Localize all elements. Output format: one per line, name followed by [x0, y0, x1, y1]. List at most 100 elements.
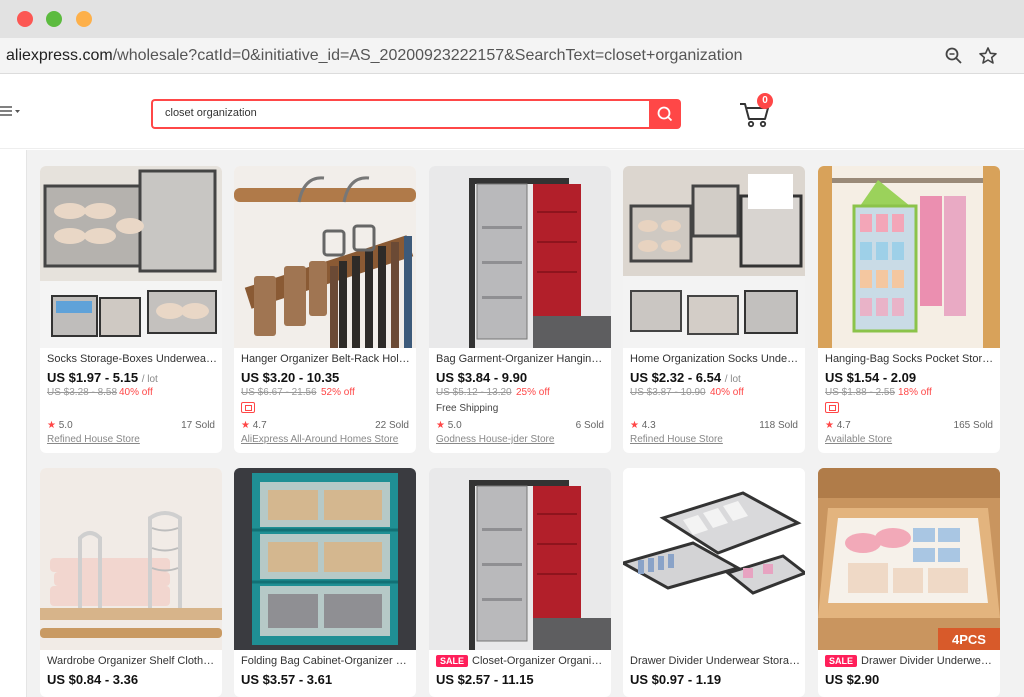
- sold-count: 118 Sold: [759, 420, 798, 431]
- product-price: US $3.84 - 9.90: [436, 370, 527, 385]
- underwear-organizer-image: [40, 166, 222, 348]
- product-image[interactable]: [429, 166, 611, 348]
- store-link[interactable]: AliExpress All-Around Homes Store: [241, 434, 398, 445]
- rating-value: 5.0: [447, 420, 462, 431]
- product-price: US $3.20 - 10.35: [241, 370, 339, 385]
- product-title[interactable]: Wardrobe Organizer Shelf Clothes-Divider: [47, 655, 217, 667]
- star-icon: ★: [241, 420, 250, 431]
- product-title[interactable]: Bag Garment-Organizer Hanging-Bag: [436, 353, 606, 365]
- belt-rack-image: [234, 166, 416, 348]
- product-title[interactable]: Home Organization Socks Underwear: [630, 353, 800, 365]
- discount-label: 25% off: [516, 387, 550, 398]
- minimize-window-button[interactable]: [76, 11, 92, 27]
- product-title[interactable]: Socks Storage-Boxes Underwear Organizer: [47, 353, 217, 365]
- product-card[interactable]: Wardrobe Organizer Shelf Clothes-Divider…: [40, 468, 222, 697]
- product-image[interactable]: 4PCS: [818, 468, 1000, 650]
- cart-count-badge: 0: [757, 93, 773, 109]
- search-icon: [657, 106, 673, 122]
- rating: ★ 4.7: [825, 420, 851, 431]
- star-icon: ★: [47, 420, 56, 431]
- product-image[interactable]: [429, 468, 611, 650]
- star-icon: ★: [630, 420, 639, 431]
- rating-value: 4.7: [836, 420, 851, 431]
- url-text[interactable]: aliexpress.com/wholesale?catId=0&initiat…: [6, 47, 743, 65]
- category-menu-icon[interactable]: [0, 103, 22, 119]
- original-price: US $5.12 - 13.20: [436, 387, 512, 398]
- zoom-icon[interactable]: [944, 46, 964, 66]
- product-image[interactable]: [40, 166, 222, 348]
- store-link[interactable]: Available Store: [825, 434, 892, 445]
- product-card[interactable]: Folding Bag Cabinet-Organizer Storage US…: [234, 468, 416, 697]
- rating-value: 5.0: [58, 420, 73, 431]
- shelf-divider-image: [40, 468, 222, 650]
- original-price: US $3.87 - 10.90: [630, 387, 706, 398]
- product-title[interactable]: SALECloset-Organizer Organizer Hanging: [436, 655, 606, 667]
- star-icon: ★: [825, 420, 834, 431]
- socks-underwear-organizer-image: [623, 166, 805, 348]
- product-image[interactable]: [623, 468, 805, 650]
- pack-badge: 4PCS: [952, 632, 986, 647]
- product-image[interactable]: [40, 468, 222, 650]
- choice-badge-icon: [825, 402, 839, 413]
- sidebar-edge: [0, 150, 27, 697]
- rating: ★ 4.7: [241, 420, 267, 431]
- original-price: US $1.88 - 2.55: [825, 387, 896, 398]
- product-card[interactable]: Hanger Organizer Belt-Rack Holder US $3.…: [234, 166, 416, 453]
- product-price: US $2.90: [825, 672, 880, 687]
- star-icon: ★: [436, 420, 445, 431]
- product-title[interactable]: Hanger Organizer Belt-Rack Holder: [241, 353, 411, 365]
- search-input[interactable]: closet organization: [165, 107, 257, 119]
- product-card[interactable]: 4PCS SALEDrawer Divider Underwear Organi…: [818, 468, 1000, 697]
- product-price: US $2.57 - 11.15: [436, 672, 534, 687]
- address-bar[interactable]: aliexpress.com/wholesale?catId=0&initiat…: [0, 38, 1024, 74]
- product-title-text: Drawer Divider Underwear Organizer: [861, 655, 995, 667]
- store-link[interactable]: Refined House Store: [47, 434, 140, 445]
- store-link[interactable]: Godness House-jder Store: [436, 434, 554, 445]
- store-link[interactable]: Refined House Store: [630, 434, 723, 445]
- rating: ★ 4.3: [630, 420, 656, 431]
- close-window-button[interactable]: [17, 11, 33, 27]
- rating: ★ 5.0: [47, 420, 73, 431]
- product-price: US $3.57 - 3.61: [241, 672, 333, 687]
- hanging-pocket-bag-image: [818, 166, 1000, 348]
- product-card[interactable]: SALECloset-Organizer Organizer Hanging U…: [429, 468, 611, 697]
- product-card[interactable]: Home Organization Socks Underwear US $2.…: [623, 166, 805, 453]
- price-value: US $1.54 - 2.09: [825, 370, 917, 385]
- search-box[interactable]: closet organization: [151, 99, 649, 129]
- product-price: US $0.84 - 3.36: [47, 672, 139, 687]
- rating-value: 4.7: [252, 420, 267, 431]
- site-header: closet organization: [0, 75, 1024, 149]
- product-price: US $1.54 - 2.09: [825, 370, 916, 385]
- discount-label: 18% off: [898, 387, 932, 398]
- discount-label: 40% off: [119, 387, 153, 398]
- product-title[interactable]: Folding Bag Cabinet-Organizer Storage: [241, 655, 411, 667]
- product-card[interactable]: Socks Storage-Boxes Underwear Organizer …: [40, 166, 222, 453]
- price-unit: / lot: [724, 374, 741, 385]
- cart-button[interactable]: 0: [738, 93, 774, 129]
- sale-badge: SALE: [436, 655, 469, 667]
- url-path: /wholesale?catId=0&initiative_id=AS_2020…: [112, 47, 743, 64]
- product-price: US $0.97 - 1.19: [630, 672, 722, 687]
- free-shipping-label: Free Shipping: [436, 403, 499, 414]
- price-value: US $3.84 - 9.90: [436, 370, 528, 385]
- product-card[interactable]: Drawer Divider Underwear Storage-Box US …: [623, 468, 805, 697]
- product-title[interactable]: Hanging-Bag Socks Pocket Storage-Bag: [825, 353, 995, 365]
- product-card[interactable]: Hanging-Bag Socks Pocket Storage-Bag US …: [818, 166, 1000, 453]
- search-button[interactable]: [649, 99, 681, 129]
- product-title[interactable]: Drawer Divider Underwear Storage-Box: [630, 655, 800, 667]
- product-card[interactable]: Bag Garment-Organizer Hanging-Bag US $3.…: [429, 166, 611, 453]
- rating-value: 4.3: [641, 420, 656, 431]
- sold-count: 6 Sold: [575, 420, 604, 431]
- drawer-organizer-image: 4PCS: [818, 468, 1000, 650]
- storage-bag-cabinet-image: [234, 468, 416, 650]
- product-image[interactable]: [234, 166, 416, 348]
- sale-badge: SALE: [825, 655, 858, 667]
- sold-count: 22 Sold: [375, 420, 409, 431]
- bookmark-star-icon[interactable]: [978, 46, 998, 66]
- product-image[interactable]: [623, 166, 805, 348]
- product-image[interactable]: [818, 166, 1000, 348]
- product-image[interactable]: [234, 468, 416, 650]
- maximize-window-button[interactable]: [46, 11, 62, 27]
- discount-label: 40% off: [710, 387, 744, 398]
- product-title[interactable]: SALEDrawer Divider Underwear Organizer: [825, 655, 995, 667]
